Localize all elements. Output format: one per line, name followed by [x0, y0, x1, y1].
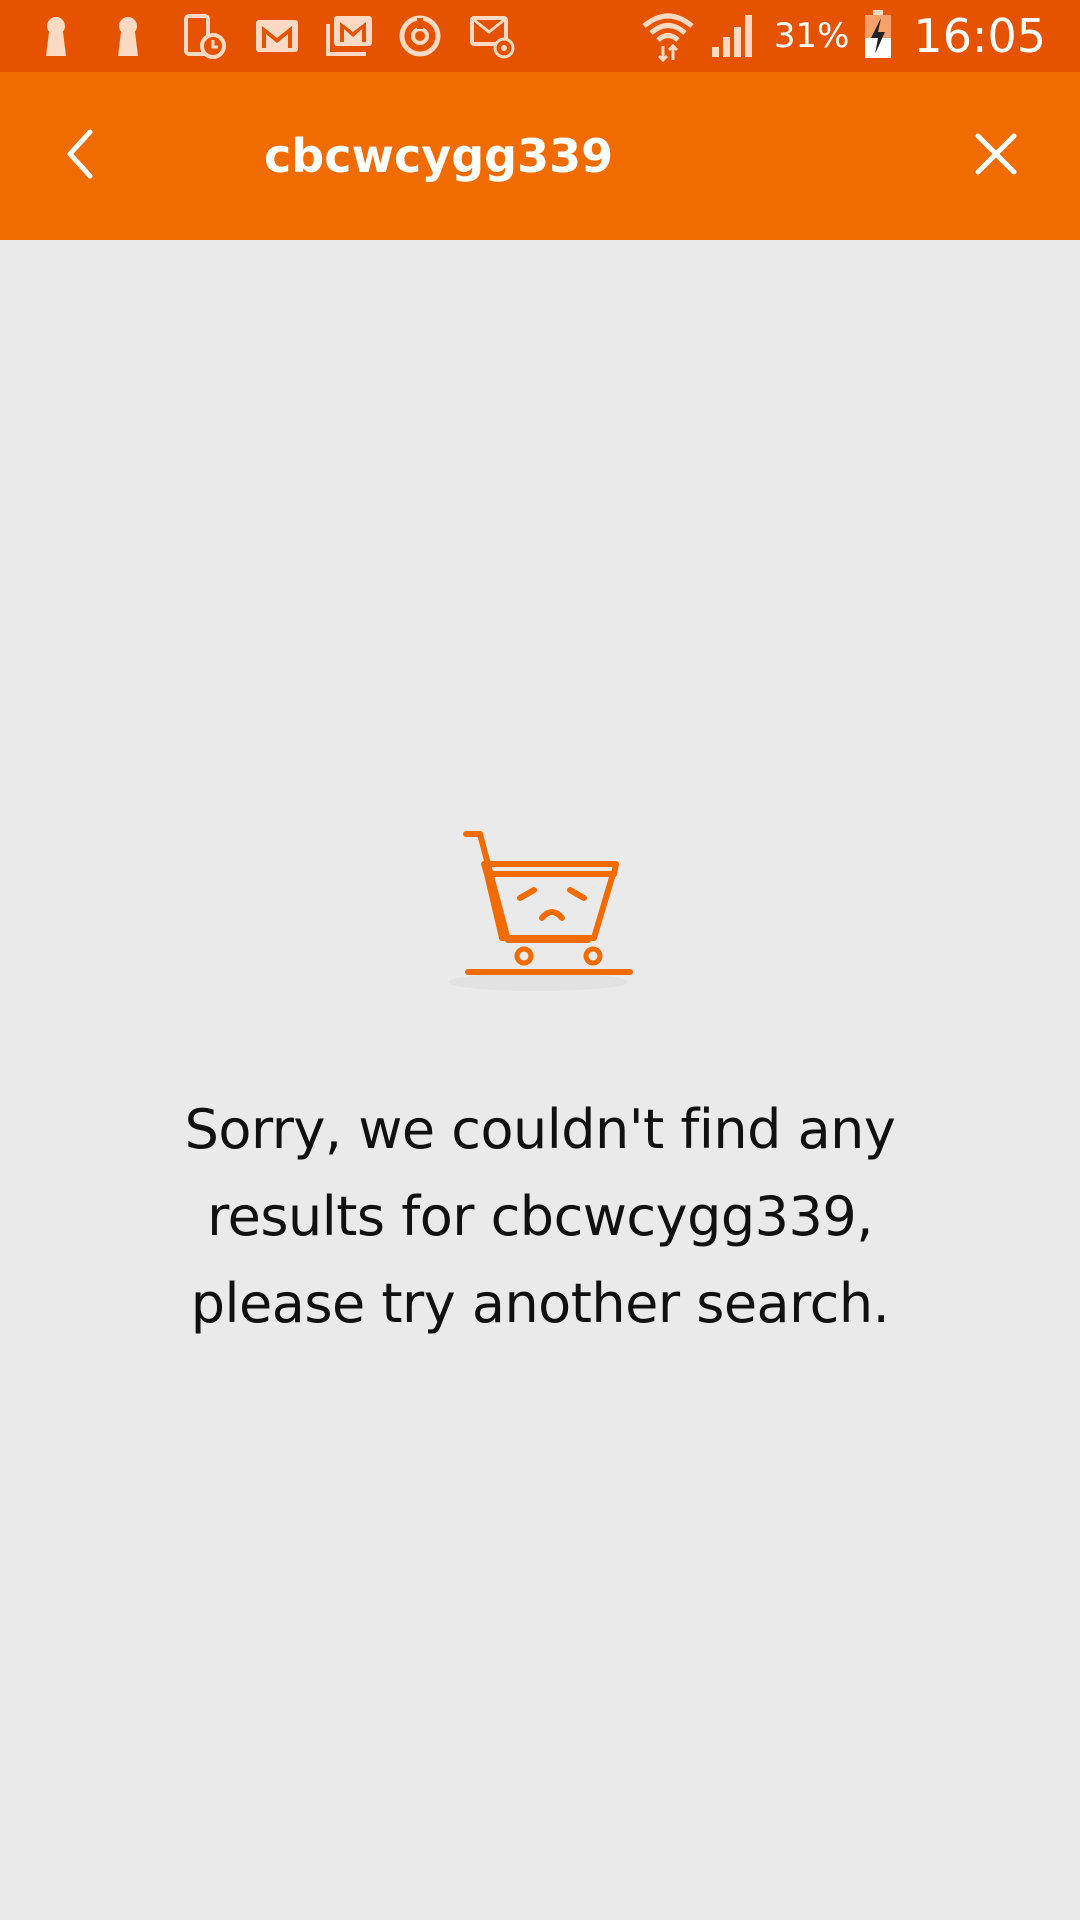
close-icon [972, 130, 1020, 182]
app-bar: cbcwcygg339 [0, 72, 1080, 240]
system-indicators: 31% 16:05 [640, 0, 1046, 72]
close-button[interactable] [954, 114, 1038, 198]
clock: 16:05 [913, 9, 1046, 63]
email-at-icon [468, 10, 520, 62]
status-bar: 31% 16:05 [0, 0, 1080, 72]
signal-icon [710, 9, 760, 63]
message-line: Sorry, we couldn't find any [184, 1098, 896, 1161]
back-button[interactable] [40, 116, 120, 196]
phone-clock-icon [180, 10, 232, 62]
battery-charging-icon [863, 8, 893, 64]
empty-state: Sorry, we couldn't find any results for … [0, 820, 1080, 1347]
notification-icons [36, 10, 520, 62]
message-line: results for cbcwcygg339, [207, 1185, 873, 1248]
search-query-title: cbcwcygg339 [264, 129, 614, 183]
keyhole-icon [108, 10, 160, 62]
sync-icon [396, 10, 448, 62]
sad-cart-icon [438, 820, 638, 1000]
wifi-icon [640, 6, 696, 66]
no-results-message: Sorry, we couldn't find any results for … [130, 1086, 950, 1347]
message-line: please try another search. [190, 1272, 890, 1335]
battery-percent: 31% [773, 16, 850, 56]
gmail-icon [252, 10, 304, 62]
keyhole-icon [36, 10, 88, 62]
chevron-left-icon [60, 126, 100, 186]
gmail-stack-icon [324, 10, 376, 62]
